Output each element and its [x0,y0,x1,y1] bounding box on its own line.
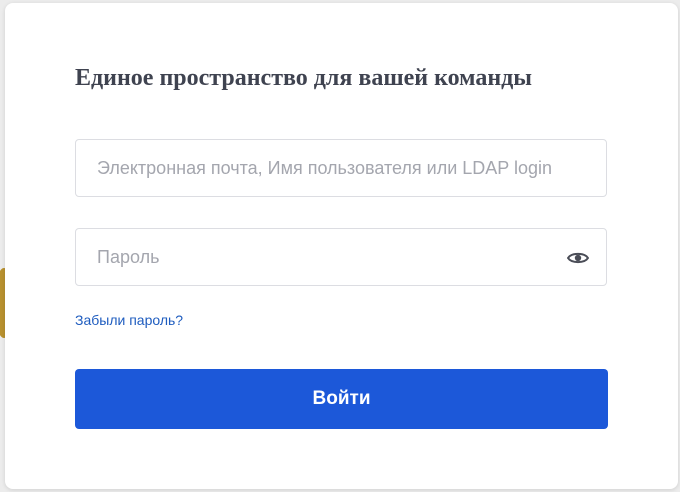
login-card: Единое пространство для вашей команды За… [5,3,678,489]
eye-icon-graphic [567,252,589,264]
eye-icon[interactable] [566,247,590,269]
password-field[interactable] [75,228,607,286]
login-input[interactable] [76,140,606,196]
login-field[interactable] [75,139,607,197]
forgot-password-link[interactable]: Забыли пароль? [75,312,183,328]
login-button[interactable]: Войти [75,369,608,429]
page-title: Единое пространство для вашей команды [75,65,533,91]
password-input[interactable] [76,229,606,285]
